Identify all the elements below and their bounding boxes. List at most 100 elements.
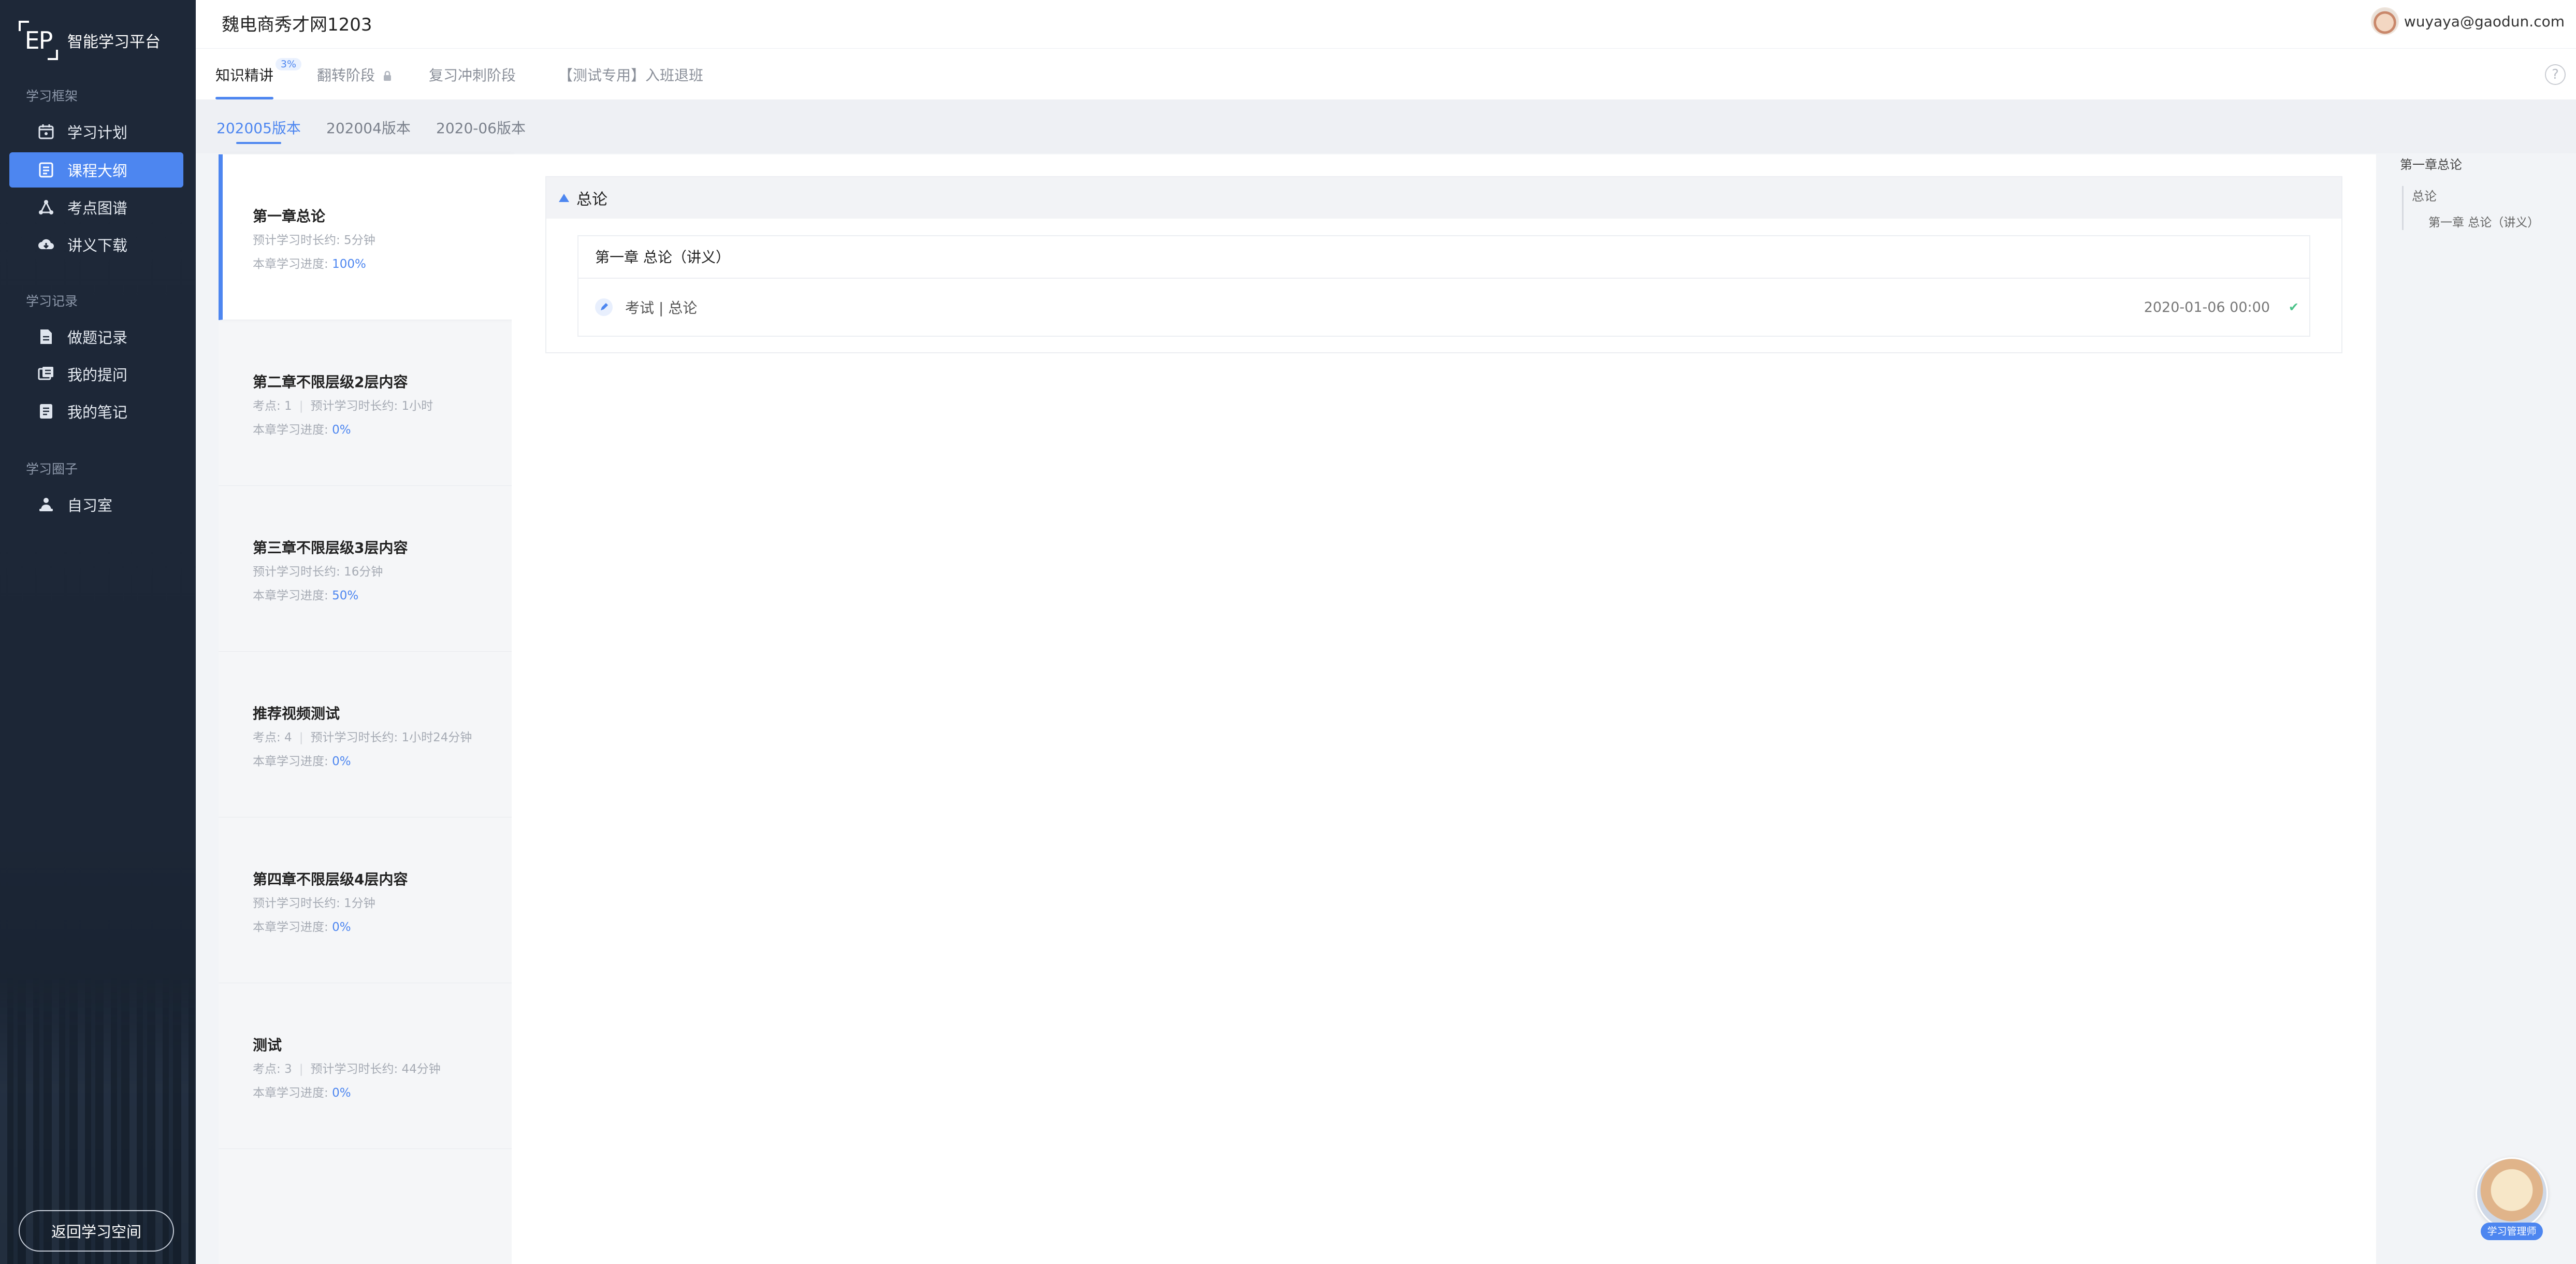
stage-tabs: 知识精讲 3% 翻转阶段 复习冲刺阶段 【测试专用】入班退班 ? (196, 49, 2576, 99)
sidebar-item-label: 讲义下载 (67, 237, 128, 254)
user-menu[interactable]: wuyaya@gaodun.com (2370, 7, 2565, 35)
chapter-time: 预计学习时长约: 5分钟 (253, 230, 375, 248)
outline-title[interactable]: 第一章总论 (2400, 154, 2566, 173)
points-count: 考点: 3 (253, 1062, 292, 1076)
back-to-learning-space-button[interactable]: 返回学习空间 (19, 1210, 174, 1252)
sidebar-item-study-plan[interactable]: 学习计划 (9, 114, 183, 149)
tab-label: 【测试专用】入班退班 (558, 67, 704, 84)
sidebar-item-label: 我的笔记 (67, 404, 128, 421)
chapter-progress: 本章学习进度: 50% (253, 585, 358, 603)
assistant-label: 学习管理师 (2481, 1223, 2543, 1240)
sidebar-item-label: 我的提问 (67, 366, 128, 384)
lock-icon (383, 68, 392, 85)
section-title-records: 学习记录 (26, 294, 78, 309)
progress-label: 本章学习进度: (253, 423, 328, 437)
progress-badge: 3% (275, 58, 302, 70)
tab-label: 复习冲刺阶段 (429, 67, 516, 84)
sidebar-item-study-room[interactable]: 自习室 (9, 487, 183, 522)
time-estimate: 预计学习时长约: 1小时 (310, 399, 433, 413)
sidebar-item-course-outline[interactable]: 课程大纲 (9, 152, 183, 188)
sidebar-item-handout-download[interactable]: 讲义下载 (9, 227, 183, 262)
collapse-triangle-icon[interactable] (559, 194, 569, 202)
lecture-item-label: 考试 | 总论 (625, 299, 698, 317)
progress-value: 0% (332, 423, 351, 437)
chapter-meta: 考点: 3 | 预计学习时长约: 44分钟 (253, 1062, 441, 1076)
sidebar-item-label: 自习室 (67, 497, 113, 514)
top-header: 魏电商秀才网1203 wuyaya@gaodun.com (196, 0, 2576, 49)
version-tab-202004[interactable]: 202004版本 (326, 117, 411, 144)
calendar-icon (37, 123, 55, 140)
progress-value: 0% (332, 755, 351, 768)
tab-flip-stage[interactable]: 翻转阶段 (317, 64, 392, 99)
brand[interactable]: EP 智能学习平台 (19, 21, 161, 60)
sidebar-item-my-notes[interactable]: 我的笔记 (9, 394, 183, 429)
user-email: wuyaya@gaodun.com (2404, 12, 2565, 30)
points-count: 考点: 4 (253, 731, 292, 744)
sidebar-item-label: 做题记录 (67, 329, 128, 347)
tab-test-class[interactable]: 【测试专用】入班退班 (558, 64, 703, 99)
tab-label: 翻转阶段 (317, 67, 375, 84)
chapter-progress: 本章学习进度: 0% (253, 917, 351, 935)
progress-label: 本章学习进度: (253, 257, 328, 271)
tab-knowledge-lecture[interactable]: 知识精讲 3% (215, 58, 302, 99)
sidebar-item-my-questions[interactable]: 我的提问 (9, 356, 183, 392)
section-title-framework: 学习框架 (26, 89, 78, 104)
progress-label: 本章学习进度: (253, 921, 328, 934)
lecture-title[interactable]: 第一章 总论（讲义） (578, 236, 2309, 279)
sidebar-item-label: 课程大纲 (67, 162, 128, 180)
chapter-item[interactable]: 第三章不限层级3层内容 预计学习时长约: 16分钟 本章学习进度: 50% (219, 486, 512, 652)
section-title: 总论 (576, 191, 607, 209)
graph-icon (37, 198, 55, 216)
section-title-circle: 学习圈子 (26, 462, 78, 477)
document-icon (37, 328, 55, 346)
chapter-item[interactable]: 测试 考点: 3 | 预计学习时长约: 44分钟 本章学习进度: 0% (219, 983, 512, 1149)
sidebar-item-practice-records[interactable]: 做题记录 (9, 319, 183, 354)
chapter-item[interactable]: 第二章不限层级2层内容 考点: 1 | 预计学习时长约: 1小时 本章学习进度: 0… (219, 320, 512, 486)
lecture-item-row[interactable]: 考试 | 总论 2020-01-06 00:00 ✔ (578, 279, 2309, 336)
course-title: 魏电商秀才网1203 (222, 15, 372, 35)
progress-value: 50% (332, 589, 359, 602)
outline-tree: 总论 第一章 总论（讲义） (2402, 186, 2566, 230)
outline-level1[interactable]: 总论 (2412, 186, 2566, 204)
ep-logo: EP (19, 21, 58, 60)
learning-manager-assistant[interactable]: 学习管理师 (2476, 1157, 2548, 1240)
notes-icon (37, 403, 55, 420)
chapter-time: 预计学习时长约: 1分钟 (253, 893, 375, 911)
progress-label: 本章学习进度: (253, 1086, 328, 1100)
chapter-item[interactable]: 第一章总论 预计学习时长约: 5分钟 本章学习进度: 100% (219, 154, 512, 320)
sidebar: EP 智能学习平台 学习框架 学习计划 课程大纲 考点图谱 讲义下载 学习记录 … (0, 0, 196, 1264)
outline-book-icon (37, 161, 55, 179)
chapter-title: 第二章不限层级2层内容 (253, 374, 408, 391)
user-avatar[interactable] (2370, 7, 2399, 35)
points-count: 考点: 1 (253, 399, 292, 413)
progress-label: 本章学习进度: (253, 589, 328, 602)
tab-review-sprint[interactable]: 复习冲刺阶段 (429, 64, 516, 99)
pencil-icon (595, 298, 613, 316)
chapter-progress: 本章学习进度: 0% (253, 1083, 351, 1100)
version-tab-202005[interactable]: 202005版本 (216, 117, 301, 144)
progress-value: 100% (332, 257, 366, 271)
outline-level2[interactable]: 第一章 总论（讲义） (2412, 212, 2566, 230)
sidebar-item-label: 考点图谱 (67, 199, 128, 217)
chapter-meta: 考点: 4 | 预计学习时长约: 1小时24分钟 (253, 731, 472, 744)
cloud-download-icon (37, 236, 55, 253)
chapter-progress: 本章学习进度: 0% (253, 420, 351, 437)
version-selector: 202005版本 202004版本 2020-06版本 (196, 99, 2576, 153)
time-estimate: 预计学习时长约: 1分钟 (253, 897, 375, 910)
progress-value: 0% (332, 921, 351, 934)
chapter-title: 第四章不限层级4层内容 (253, 871, 408, 888)
section-header[interactable]: 总论 (546, 177, 2341, 219)
lecture-item-date: 2020-01-06 00:00 (2144, 299, 2270, 315)
tab-label: 知识精讲 (215, 67, 274, 84)
chapter-title: 测试 (253, 1037, 282, 1054)
chapter-item[interactable]: 推荐视频测试 考点: 4 | 预计学习时长约: 1小时24分钟 本章学习进度: 0% (219, 652, 512, 817)
assistant-avatar[interactable] (2476, 1157, 2548, 1230)
chapter-item[interactable]: 第四章不限层级4层内容 预计学习时长约: 1分钟 本章学习进度: 0% (219, 817, 512, 983)
chapter-content: 总论 第一章 总论（讲义） 考试 | 总论 2020-01-06 00:00 ✔ (512, 154, 2376, 1264)
chapter-progress: 本章学习进度: 100% (253, 254, 366, 271)
version-tab-2020-06[interactable]: 2020-06版本 (436, 117, 526, 144)
help-icon[interactable]: ? (2545, 64, 2566, 85)
sidebar-item-knowledge-graph[interactable]: 考点图谱 (9, 190, 183, 225)
chapter-list: 第一章总论 预计学习时长约: 5分钟 本章学习进度: 100% 第二章不限层级2… (219, 154, 512, 1264)
time-estimate: 预计学习时长约: 1小时24分钟 (310, 731, 472, 744)
